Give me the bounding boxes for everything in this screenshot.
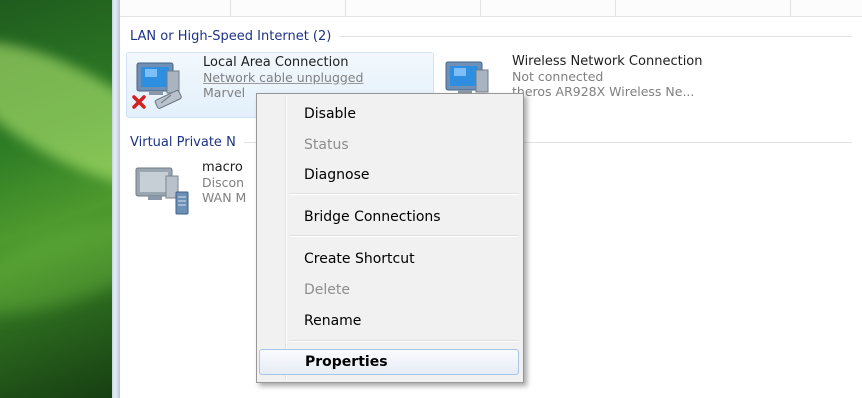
- group-divider: [339, 35, 852, 37]
- connection-status: Not connected: [512, 69, 604, 84]
- connection-device: theros AR928X Wireless Ne...: [512, 84, 695, 99]
- connection-text: macro Discon WAN M: [202, 160, 246, 205]
- connection-name: macro: [202, 160, 243, 175]
- column-header-cell[interactable]: [615, 0, 791, 16]
- menu-item-properties[interactable]: Properties: [259, 349, 519, 375]
- connection-device: WAN M: [202, 190, 247, 205]
- menu-item-create-shortcut[interactable]: Create Shortcut: [259, 246, 519, 272]
- desktop-swoosh: [0, 14, 112, 216]
- menu-item-diagnose[interactable]: Diagnose: [259, 162, 519, 188]
- connection-name: Local Area Connection: [203, 55, 349, 70]
- vpn-server-icon: [130, 162, 194, 218]
- column-header: [120, 0, 862, 17]
- group-title: Virtual Private N: [130, 134, 236, 150]
- network-adapter-icon: [131, 57, 195, 113]
- desktop-swoosh: [0, 197, 112, 333]
- red-x-icon: [132, 95, 146, 109]
- context-menu: Disable Status Diagnose Bridge Connectio…: [256, 93, 524, 383]
- menu-separator: [289, 193, 519, 195]
- menu-item-status[interactable]: Status: [259, 132, 519, 158]
- menu-item-delete[interactable]: Delete: [259, 277, 519, 303]
- connection-name: Wireless Network Connection: [512, 54, 703, 69]
- desktop-background: [0, 0, 112, 398]
- connection-status: Network cable unplugged: [203, 70, 364, 85]
- menu-separator: [289, 235, 519, 237]
- column-header-cell[interactable]: [345, 0, 481, 16]
- column-header-cell[interactable]: [230, 0, 346, 16]
- window-frame-left: [112, 0, 120, 398]
- connection-text: Wireless Network Connection Not connecte…: [512, 54, 703, 99]
- column-header-cell[interactable]: [480, 0, 616, 16]
- menu-item-bridge-connections[interactable]: Bridge Connections: [259, 204, 519, 230]
- connection-status: Discon: [202, 175, 245, 190]
- group-header-lan[interactable]: LAN or High-Speed Internet (2): [130, 27, 852, 45]
- column-header-cell[interactable]: [120, 0, 231, 16]
- group-title: LAN or High-Speed Internet (2): [130, 28, 332, 44]
- menu-separator: [289, 340, 519, 342]
- menu-item-disable[interactable]: Disable: [259, 101, 519, 127]
- menu-item-rename[interactable]: Rename: [259, 308, 519, 334]
